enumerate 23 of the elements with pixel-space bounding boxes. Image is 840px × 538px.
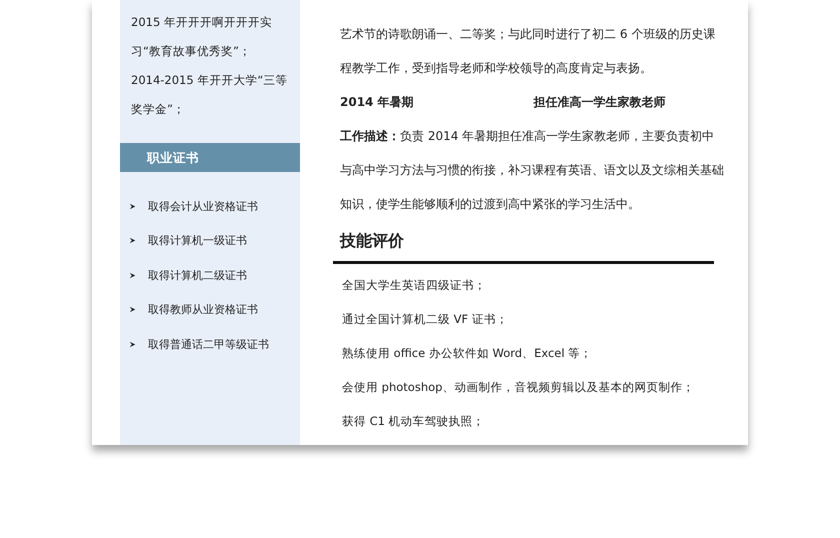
skill-text: 通过全国计算机二级 VF 证书； — [342, 311, 509, 328]
skill-text: 获得 C1 机动车驾驶执照； — [342, 413, 486, 430]
certificate-text: 取得教师从业资格证书 — [148, 302, 258, 318]
skill-text: 熟练使用 office 办公软件如 Word、Excel 等； — [342, 345, 594, 362]
certificate-text: 取得计算机一级证书 — [148, 233, 247, 248]
skill-text: 全国大学生英语四级证书； — [342, 277, 487, 294]
certificate-text: 取得普通话二甲等级证书 — [148, 336, 269, 352]
bullet-arrow-icon — [129, 306, 136, 314]
job-description: 工作描述：负责 2014 年暑期担任准高一学生家教老师，主要负责初中与高中学习方法与习惯的衔接，补习课程有英语、语文以及文综相关基础知识，使学生能够顺利的过渡到高中紧张的学习生活中。 — [340, 128, 725, 213]
job-period: 2014 年暑期 — [340, 94, 414, 111]
certificate-text: 取得计算机二级证书 — [148, 268, 247, 283]
experience-text: 艺术节的诗歌朗诵一、二等奖；与此同时进行了初二 6 个班级的历史课程教学工作，受到指导老师和学校领导的高度肯定与表扬。 — [340, 26, 716, 77]
section-title: 技能评价 — [340, 230, 405, 252]
bullet-arrow-icon — [129, 237, 136, 244]
bullet-arrow-icon — [129, 202, 136, 210]
section-header: 职业证书 — [120, 143, 300, 172]
bullet-arrow-icon — [129, 340, 136, 348]
job-role: 担任准高一学生家教老师 — [534, 94, 666, 111]
award-text: 2015 年开开开啊开开开实习“教育故事优秀奖”； — [131, 14, 273, 60]
skill-text: 会使用 photoshop、动画制作，音视频剪辑以及基本的网页制作； — [342, 379, 696, 396]
bullet-arrow-icon — [129, 272, 136, 279]
certificate-text: 取得会计从业资格证书 — [148, 198, 258, 214]
award-text: 2014-2015 年开开大学“三等奖学金”； — [131, 72, 288, 118]
